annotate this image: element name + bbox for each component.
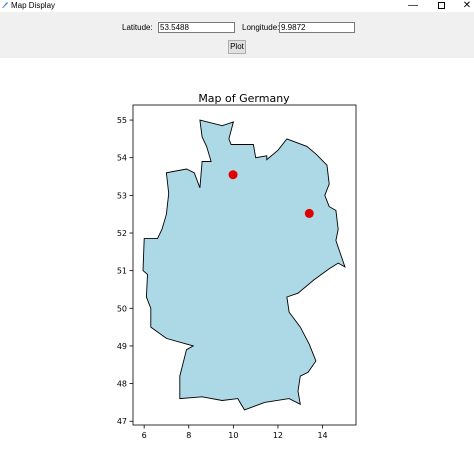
y-tick-label: 49 xyxy=(117,342,127,351)
map-figure: Map of Germany 6 8 10 12 14 47 48 49 50 51 52 53 54 5… xyxy=(0,58,474,463)
latitude-label: Latitude: xyxy=(122,23,153,32)
location-marker-2 xyxy=(304,208,314,218)
plot-button[interactable]: Plot xyxy=(228,40,246,54)
y-tick-label: 51 xyxy=(117,267,127,276)
y-tick-label: 47 xyxy=(117,417,127,426)
y-tick-label: 50 xyxy=(117,304,127,313)
y-tick-label: 53 xyxy=(117,191,127,200)
maximize-icon xyxy=(437,2,445,9)
x-tick-label: 8 xyxy=(186,431,191,440)
y-tick-label: 55 xyxy=(117,116,127,125)
map-chart: Map of Germany 6 8 10 12 14 47 48 49 50 51 52 53 54 5… xyxy=(117,92,357,440)
close-button[interactable]: ✕ xyxy=(452,0,474,11)
x-tick-label: 10 xyxy=(228,431,238,440)
y-tick-label: 54 xyxy=(117,154,127,163)
feather-icon xyxy=(2,2,8,8)
x-tick-label: 12 xyxy=(273,431,283,440)
longitude-input[interactable] xyxy=(279,22,355,33)
window-title: Map Display xyxy=(11,1,56,10)
minimize-button[interactable]: — xyxy=(398,0,428,11)
input-panel: Latitude: Longitude: Plot xyxy=(0,12,474,58)
longitude-label: Longitude: xyxy=(242,23,280,32)
minimize-icon: — xyxy=(408,0,418,11)
close-icon: ✕ xyxy=(462,0,472,11)
latitude-input[interactable] xyxy=(158,22,235,33)
location-marker-1 xyxy=(228,170,238,180)
y-tick-label: 48 xyxy=(117,380,127,389)
chart-title: Map of Germany xyxy=(198,92,290,105)
y-tick-label: 52 xyxy=(117,229,127,238)
x-tick-label: 14 xyxy=(317,431,327,440)
x-tick-label: 6 xyxy=(142,431,147,440)
title-bar: Map Display — ✕ xyxy=(0,0,474,12)
germany-outline xyxy=(142,119,346,411)
